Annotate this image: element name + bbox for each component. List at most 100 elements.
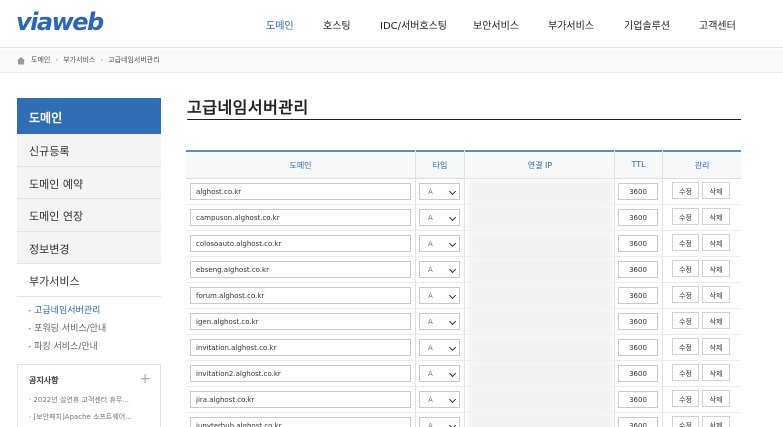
chevron-down-icon (448, 291, 457, 300)
nav-item-security[interactable]: 보안서비스 (473, 17, 519, 32)
chevron-down-icon (448, 343, 457, 352)
nav-item-hosting[interactable]: 호스팅 (323, 17, 351, 32)
edit-button[interactable]: 수정 (672, 364, 699, 381)
edit-button[interactable]: 수정 (672, 416, 699, 427)
edit-button[interactable]: 수정 (672, 182, 699, 199)
ttl-input[interactable]: 3600 (618, 339, 658, 356)
breadcrumb-item-domain[interactable]: 도메인 (31, 55, 50, 65)
chevron-down-icon (448, 187, 457, 196)
delete-button[interactable]: 삭제 (702, 286, 730, 303)
delete-button[interactable]: 삭제 (702, 416, 730, 427)
ttl-input[interactable]: 3600 (618, 261, 658, 278)
main-nav: 도메인 호스팅 IDC/서버호스팅 보안서비스 부가서비스 기업솔루션 고객센터 (0, 0, 783, 48)
record-type-select[interactable]: A (419, 365, 460, 382)
edit-button[interactable]: 수정 (672, 390, 699, 407)
home-icon[interactable] (16, 56, 26, 65)
edit-button[interactable]: 수정 (672, 208, 699, 225)
delete-button[interactable]: 삭제 (702, 338, 730, 355)
ip-redacted (468, 231, 613, 257)
delete-button[interactable]: 삭제 (702, 260, 730, 277)
edit-button[interactable]: 수정 (672, 312, 699, 329)
record-type-value: A (428, 344, 433, 352)
notice-item[interactable]: · [보안패치]Apache 소프트웨어... (29, 412, 155, 422)
delete-button[interactable]: 삭제 (702, 234, 730, 251)
sidebar-item-domain-reservation[interactable]: 도메인 예약 (17, 166, 161, 199)
record-type-select[interactable]: A (419, 339, 460, 356)
nav-item-addon[interactable]: 부가서비스 (548, 17, 594, 32)
plus-icon[interactable]: + (139, 371, 151, 387)
domain-input[interactable]: forum.alghost.co.kr (190, 287, 411, 304)
sidebar-subitem-advanced-nameserver[interactable]: - 고급네임서버관리 (28, 303, 158, 321)
sidebar-subitem-forwarding[interactable]: - 포워딩 서비스/안내 (28, 321, 158, 339)
record-type-select[interactable]: A (419, 313, 460, 330)
delete-button[interactable]: 삭제 (702, 312, 730, 329)
domain-input[interactable]: jira.alghost.co.kr (190, 391, 411, 408)
breadcrumb-item-current: 고급네임서버관리 (108, 56, 160, 64)
ttl-input[interactable]: 3600 (618, 391, 658, 408)
nav-item-domain[interactable]: 도메인 (266, 17, 294, 32)
record-type-select[interactable]: A (419, 235, 460, 252)
notice-item[interactable]: · 2022년 설연휴 고객센터 휴무... (29, 395, 155, 405)
record-type-select[interactable]: A (419, 287, 460, 304)
breadcrumb-item-addon[interactable]: 부가서비스 (63, 55, 95, 65)
ip-redacted (468, 205, 613, 231)
ttl-input[interactable]: 3600 (618, 365, 658, 382)
table-row: campuson.alghost.co.kr A 3600 수정 삭제 (186, 205, 741, 231)
edit-button[interactable]: 수정 (672, 338, 699, 355)
delete-button[interactable]: 삭제 (702, 182, 730, 199)
chevron-down-icon (448, 317, 457, 326)
ttl-input[interactable]: 3600 (618, 183, 658, 200)
edit-button[interactable]: 수정 (672, 234, 699, 251)
ip-redacted (468, 179, 613, 205)
record-type-select[interactable]: A (419, 417, 460, 427)
ttl-input[interactable]: 3600 (618, 209, 658, 226)
domain-input[interactable]: campuson.alghost.co.kr (190, 209, 411, 226)
domain-input[interactable]: invitation2.alghost.co.kr (190, 365, 411, 382)
sidebar-item-info-change[interactable]: 정보변경 (17, 231, 161, 264)
nav-item-enterprise[interactable]: 기업솔루션 (624, 17, 670, 32)
breadcrumb-separator: › (100, 56, 104, 64)
record-type-select[interactable]: A (419, 261, 460, 278)
nav-item-support[interactable]: 고객센터 (699, 17, 736, 32)
delete-button[interactable]: 삭제 (702, 390, 730, 407)
column-header-type: 타입 (432, 161, 448, 170)
ip-redacted (468, 387, 613, 413)
ip-redacted (468, 257, 613, 283)
ip-redacted (468, 413, 613, 427)
breadcrumb-bar: 도메인 › 부가서비스 › 고급네임서버관리 (0, 49, 783, 73)
ttl-input[interactable]: 3600 (618, 417, 658, 427)
domain-input[interactable]: jupyterhub.alghost.co.kr (190, 417, 411, 427)
domain-input[interactable]: alghost.co.kr (190, 183, 411, 200)
column-header-domain: 도메인 (289, 161, 312, 170)
sidebar-submenu: - 고급네임서버관리 - 포워딩 서비스/안내 - 파킹 서비스/안내 (28, 303, 158, 357)
domain-input[interactable]: igen.alghost.co.kr (190, 313, 411, 330)
domain-input[interactable]: ebseng.alghost.co.kr (190, 261, 411, 278)
record-type-select[interactable]: A (419, 391, 460, 408)
ttl-input[interactable]: 3600 (618, 235, 658, 252)
ip-redacted (468, 309, 613, 335)
column-header-ip: 연결 IP (527, 161, 553, 170)
record-type-value: A (428, 266, 433, 274)
ttl-input[interactable]: 3600 (618, 313, 658, 330)
edit-button[interactable]: 수정 (672, 260, 699, 277)
sidebar-title: 도메인 (17, 98, 161, 134)
notice-title: 공지사항 (29, 376, 59, 385)
delete-button[interactable]: 삭제 (702, 364, 730, 381)
sidebar-item-domain-renewal[interactable]: 도메인 연장 (17, 199, 161, 232)
chevron-down-icon (448, 239, 457, 248)
sidebar-subitem-parking[interactable]: - 파킹 서비스/안내 (28, 339, 158, 357)
record-type-value: A (428, 292, 433, 300)
ttl-input[interactable]: 3600 (618, 287, 658, 304)
domain-input[interactable]: colosoauto.alghost.co.kr (190, 235, 411, 252)
table-row: jupyterhub.alghost.co.kr A 3600 수정 삭제 (186, 413, 741, 427)
record-type-value: A (428, 214, 433, 222)
record-type-select[interactable]: A (419, 209, 460, 226)
domain-input[interactable]: invitation.alghost.co.kr (190, 339, 411, 356)
record-type-select[interactable]: A (419, 183, 460, 200)
sidebar-item-new-registration[interactable]: 신규등록 (17, 134, 161, 167)
edit-button[interactable]: 수정 (672, 286, 699, 303)
sidebar-item-addon-services[interactable]: 부가서비스 (17, 264, 161, 297)
delete-button[interactable]: 삭제 (702, 208, 730, 225)
title-divider (187, 119, 741, 120)
nav-item-idc[interactable]: IDC/서버호스팅 (380, 17, 447, 32)
